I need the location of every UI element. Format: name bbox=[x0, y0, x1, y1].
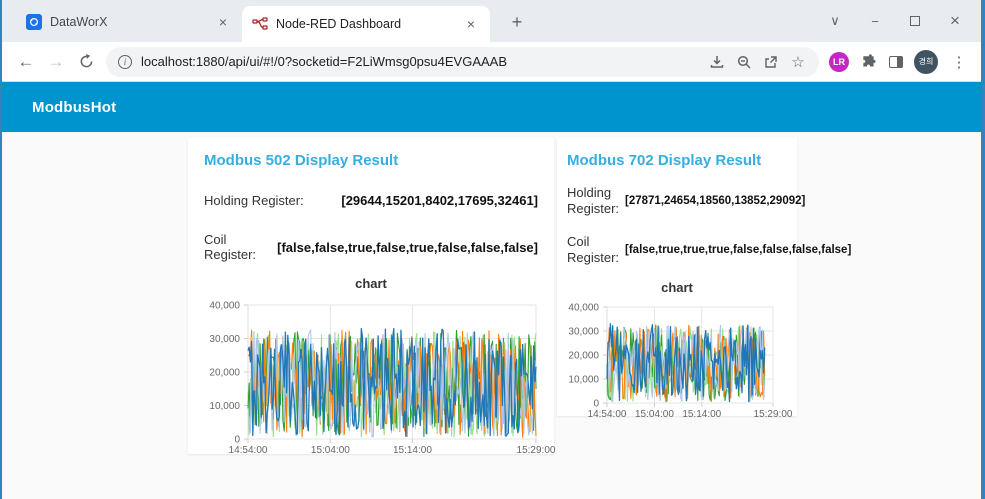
bookmark-star-icon[interactable]: ☆ bbox=[789, 53, 807, 71]
svg-text:14:54:00: 14:54:00 bbox=[588, 409, 627, 420]
coil-register-value: [false,false,true,false,true,false,false… bbox=[277, 239, 538, 255]
coil-register-label: Coil Register: bbox=[204, 232, 257, 262]
close-icon: × bbox=[950, 11, 960, 30]
dataworx-favicon-icon bbox=[26, 14, 42, 30]
minimize-button[interactable]: − bbox=[855, 0, 895, 42]
side-panel-icon[interactable] bbox=[889, 55, 903, 68]
holding-register-row: Holding Register: [29644,15201,8402,1769… bbox=[204, 193, 538, 208]
close-window-button[interactable]: × bbox=[935, 0, 975, 42]
holding-register-value: [27871,24654,18560,13852,29092] bbox=[625, 195, 806, 208]
close-tab-icon[interactable]: × bbox=[214, 13, 232, 31]
browser-menu-icon[interactable]: ⋮ bbox=[949, 53, 969, 71]
svg-text:15:04:00: 15:04:00 bbox=[311, 445, 350, 456]
tab-title: Node-RED Dashboard bbox=[276, 17, 402, 31]
modbus-702-card: Modbus 702 Display Result Holding Regist… bbox=[557, 138, 851, 420]
reload-icon bbox=[80, 54, 92, 68]
svg-text:15:14:00: 15:14:00 bbox=[393, 445, 432, 456]
svg-text:15:29:00: 15:29:00 bbox=[754, 409, 793, 420]
maximize-button[interactable] bbox=[895, 0, 935, 42]
tab-node-red-dashboard[interactable]: Node-RED Dashboard × bbox=[242, 6, 490, 42]
coil-register-label: Coil Register: bbox=[567, 233, 620, 265]
url-text[interactable]: localhost:1880/api/ui/#!/0?socketid=F2Li… bbox=[141, 54, 699, 69]
browser-window: DataWorX × Node-RED Dashboard × + ∨ − × … bbox=[0, 0, 985, 499]
window-controls: ∨ − × bbox=[815, 0, 975, 42]
svg-text:30,000: 30,000 bbox=[209, 334, 240, 345]
lr-extension-icon[interactable]: LR bbox=[829, 51, 849, 72]
tab-title: DataWorX bbox=[50, 15, 108, 29]
holding-register-row: Holding Register: [27871,24654,18560,138… bbox=[567, 185, 805, 218]
dashboard-content: Modbus 502 Display Result Holding Regist… bbox=[2, 132, 981, 498]
holding-register-label: Holding Register: bbox=[204, 193, 304, 208]
site-info-icon[interactable]: i bbox=[118, 54, 132, 69]
chart-title: chart bbox=[355, 276, 387, 291]
coil-register-row: Coil Register: [false,false,true,false,t… bbox=[204, 232, 538, 262]
card-title: Modbus 702 Display Result bbox=[567, 152, 762, 169]
tab-search-icon[interactable]: ∨ bbox=[815, 0, 855, 42]
maximize-icon bbox=[910, 16, 920, 26]
address-bar[interactable]: i localhost:1880/api/ui/#!/0?socketid=F2… bbox=[106, 46, 819, 77]
chart-plot[interactable]: 0 10,000 20,000 30,000 40,000 14:54:00 15:04:0… bbox=[204, 297, 555, 457]
chart-title: chart bbox=[661, 280, 693, 295]
close-tab-icon[interactable]: × bbox=[462, 15, 480, 33]
tab-dataworx[interactable]: DataWorX × bbox=[18, 8, 240, 36]
profile-avatar[interactable]: 경희 bbox=[914, 49, 938, 74]
svg-text:30,000: 30,000 bbox=[568, 327, 599, 338]
svg-text:15:14:00: 15:14:00 bbox=[682, 409, 721, 420]
extensions-area: LR 경희 ⋮ bbox=[829, 49, 971, 74]
tab-strip: DataWorX × Node-RED Dashboard × + ∨ − × bbox=[2, 0, 981, 42]
holding-register-label: Holding Register: bbox=[567, 185, 620, 217]
holding-register-value: [29644,15201,8402,17695,32461] bbox=[341, 193, 538, 208]
modbus-502-card: Modbus 502 Display Result Holding Regist… bbox=[188, 138, 556, 457]
zoom-out-icon[interactable] bbox=[735, 53, 753, 71]
coil-register-row: Coil Register: [false,true,true,true,fal… bbox=[567, 233, 851, 267]
svg-text:0: 0 bbox=[593, 399, 599, 410]
svg-text:15:29:00: 15:29:00 bbox=[517, 445, 556, 456]
chart-widget: chart 0 10,000 20,000 30,000 40,000 14:54:00 1… bbox=[204, 276, 555, 457]
download-icon[interactable] bbox=[708, 53, 726, 71]
svg-text:10,000: 10,000 bbox=[568, 375, 599, 386]
dashboard-header: ModbusHot bbox=[2, 82, 981, 132]
node-red-favicon-icon bbox=[252, 16, 268, 32]
coil-register-value: [false,true,true,true,false,false,false,… bbox=[625, 243, 852, 256]
svg-text:20,000: 20,000 bbox=[568, 351, 599, 362]
chart-plot[interactable]: 0 10,000 20,000 30,000 40,000 14:54:00 15:04:0… bbox=[567, 301, 792, 423]
reload-button[interactable] bbox=[72, 48, 100, 76]
svg-text:15:04:00: 15:04:00 bbox=[635, 409, 674, 420]
svg-text:10,000: 10,000 bbox=[209, 401, 240, 412]
svg-text:20,000: 20,000 bbox=[209, 368, 240, 379]
chart-widget: chart 0 10,000 20,000 30,000 40,000 14:54:00 1… bbox=[567, 280, 792, 423]
forward-button: → bbox=[47, 51, 65, 71]
svg-text:40,000: 40,000 bbox=[568, 303, 599, 314]
page-title: ModbusHot bbox=[32, 98, 117, 116]
svg-text:40,000: 40,000 bbox=[209, 301, 240, 312]
card-title: Modbus 502 Display Result bbox=[204, 152, 399, 169]
svg-text:14:54:00: 14:54:00 bbox=[229, 445, 268, 456]
svg-text:0: 0 bbox=[234, 435, 240, 446]
new-tab-button[interactable]: + bbox=[504, 9, 530, 35]
browser-toolbar: ← → i localhost:1880/api/ui/#!/0?socketi… bbox=[2, 42, 981, 82]
extensions-puzzle-icon[interactable] bbox=[860, 53, 878, 71]
back-button[interactable]: ← bbox=[12, 48, 40, 76]
share-icon[interactable] bbox=[762, 53, 780, 71]
